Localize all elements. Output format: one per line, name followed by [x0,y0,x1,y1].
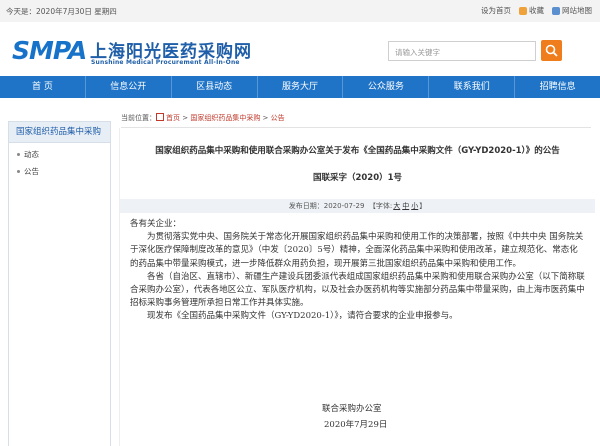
article-title: 国家组织药品集中采购和使用联合采购办公室关于发布《全国药品集中采购文件（GY-Y… [155,146,560,156]
signature-date: 2020年7月29日 [324,420,388,430]
salutation: 各有关企业： [130,219,182,229]
top-bar: 今天是：2020年7月30日 星期四 设为首页 收藏 网站地图 [0,0,600,23]
sitemap-icon [552,6,560,15]
breadcrumb-page[interactable]: 公告 [271,114,285,122]
paragraph: 各省（自治区、直辖市）、新疆生产建设兵团委派代表组成国家组织药品集中采购和使用联… [130,271,585,309]
paragraph: 为贯彻落实党中央、国务院关于常态化开展国家组织药品集中采购和使用工作的决策部署，… [130,232,584,269]
bullet-icon [17,170,20,173]
site-map-link[interactable]: 网站地图 [552,5,592,16]
nav-item-5[interactable]: 联系我们 [429,76,516,98]
breadcrumb-home[interactable]: 首页 [166,114,180,122]
font-size-control: 【字体:大中小】 [368,202,427,210]
bullet-icon [17,153,20,156]
sidebar-item-announcement[interactable]: 公告 [9,160,110,177]
sidebar: 国家组织药品集中采购 动态 公告 [8,121,111,446]
nav-item-2[interactable]: 区县动态 [172,76,258,98]
signature: 联合采购办公室 [322,404,382,414]
home-icon [156,113,164,121]
logo-abbr[interactable]: SMPA [12,36,87,65]
article-body: 各有关企业： 为贯彻落实党中央、国务院关于常态化开展国家组织药品集中采购和使用工… [130,218,585,324]
publish-date: 2020-07-29 [323,202,365,210]
nav-item-0[interactable]: 首 页 [0,76,86,98]
nav-item-1[interactable]: 信息公开 [86,76,172,98]
font-large-link[interactable]: 大 [393,202,400,210]
search-button[interactable] [541,40,562,61]
nav-item-4[interactable]: 公众服务 [343,76,430,98]
site-header: SMPA 上海阳光医药采购网 Sunshine Medical Procurem… [0,22,600,76]
article-meta: 发布日期：2020-07-29 【字体:大中小】 [120,199,595,213]
set-home-link[interactable]: 设为首页 [481,5,511,16]
current-date: 今天是：2020年7月30日 星期四 [6,7,117,16]
favorite-link[interactable]: 收藏 [519,5,544,16]
search-input[interactable]: 请输入关键字 [388,41,536,61]
sidebar-item-news[interactable]: 动态 [9,143,110,160]
logo-english: Sunshine Medical Procurement All-In-One [91,59,240,66]
nav-item-3[interactable]: 服务大厅 [258,76,344,98]
font-small-link[interactable]: 小 [411,202,418,210]
nav-item-6[interactable]: 招聘信息 [515,76,600,98]
font-medium-link[interactable]: 中 [402,202,409,210]
paragraph: 现发布《全国药品集中采购文件（GY-YD2020-1）》，请符合要求的企业申报参… [147,311,458,322]
breadcrumb: 当前位置： 首页 > 国家组织药品集中采购 > 公告 [121,113,285,122]
sidebar-title: 国家组织药品集中采购 [9,122,110,143]
top-links: 设为首页 收藏 网站地图 [481,5,592,16]
breadcrumb-section[interactable]: 国家组织药品集中采购 [190,114,260,122]
main-nav: 首 页信息公开 区县动态 服务大厅 公众服务 联系我们 招聘信息 [0,76,600,98]
document-number: 国联采字（2020）1号 [312,173,403,183]
star-icon [519,6,527,15]
search-icon [545,44,558,57]
article-container: 国家组织药品集中采购和使用联合采购办公室关于发布《全国药品集中采购文件（GY-Y… [119,128,595,446]
